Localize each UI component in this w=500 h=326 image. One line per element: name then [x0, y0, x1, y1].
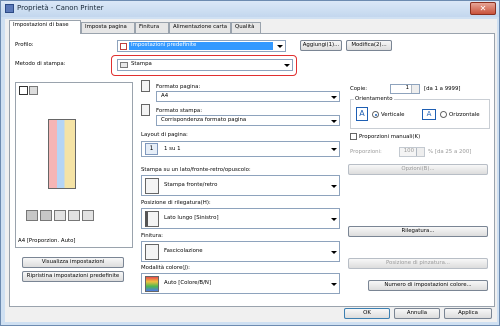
portrait-label: Verticale [381, 112, 405, 118]
finishing-icons-row [16, 209, 132, 223]
binding-button[interactable]: Rilegatura... [348, 226, 488, 237]
color-mode-select[interactable]: Auto [Colore/B/N] [141, 273, 340, 294]
duplex-icon [68, 210, 80, 221]
output-size-label: Formato stampa: [156, 108, 203, 114]
page-layout-icon: 1 [145, 143, 158, 155]
chevron-down-icon [331, 119, 337, 123]
chevron-down-icon [331, 282, 337, 286]
landscape-icon: A [422, 109, 436, 120]
print-style-select[interactable]: Stampa fronte/retro [141, 175, 340, 196]
duplex-print-icon [145, 178, 159, 194]
scaling-range: % [da 25 a 200] [428, 149, 472, 155]
color-settings-button[interactable]: Numero di impostazioni colore... [368, 280, 488, 291]
manual-scaling-label: Proporzioni manuali(K) [359, 134, 421, 140]
close-button[interactable]: ✕ [470, 2, 496, 15]
page-layout-value: 1 su 1 [164, 146, 181, 152]
scaling-label: Proporzioni: [350, 149, 382, 155]
binding-location-value: Lato lungo [Sinistro] [164, 215, 219, 221]
preview-caption: A4 [Proporzion. Auto] [18, 238, 76, 244]
options-button[interactable]: Opzioni(B)... [348, 164, 488, 175]
spinner-arrows-icon[interactable] [411, 85, 419, 93]
spinner-arrows-icon[interactable] [416, 148, 424, 156]
profile-label: Profilo: [15, 42, 34, 48]
color-mode-icon [145, 276, 159, 292]
profile-select[interactable]: Impostazioni predefinite [117, 40, 286, 52]
manual-scaling-checkbox[interactable] [350, 133, 357, 140]
tab-finishing[interactable]: Finitura [135, 22, 169, 33]
binding-location-label: Posizione di rilegatura(H): [141, 200, 211, 206]
copies-value: 1 [405, 85, 409, 91]
page-view-icon[interactable] [19, 86, 28, 95]
copies-label: Copie: [350, 86, 368, 92]
print-style-label: Stampa su un lato/fronte-retro/opuscolo: [141, 167, 251, 173]
printer-view-icon[interactable] [29, 86, 38, 95]
tab-paper-source[interactable]: Alimentazione carta [169, 22, 231, 33]
portrait-radio[interactable] [372, 111, 379, 118]
modify-profile-button[interactable]: Modifica(2)... [346, 40, 392, 51]
close-icon: ✕ [479, 4, 487, 13]
chevron-down-icon [284, 64, 290, 67]
page-layout-label: Layout di pagina: [141, 132, 188, 138]
collate-icon [26, 210, 38, 221]
landscape-label: Orizzontale [449, 112, 480, 118]
scaling-value: 100 [403, 148, 414, 154]
printer-properties-window: Proprietà - Canon Printer ✕ Impostazioni… [0, 0, 500, 326]
page-size-value: A4 [161, 93, 169, 99]
profile-value: Impostazioni predefinite [131, 42, 197, 48]
orientation-label: Orientamento [354, 96, 394, 102]
tab-basic-settings[interactable]: Impostazioni di base [9, 20, 81, 34]
chevron-down-icon [331, 184, 337, 188]
profile-icon [120, 43, 127, 50]
tab-quality[interactable]: Qualità [231, 22, 261, 33]
apply-button[interactable]: Applica [444, 308, 492, 319]
page-layout-select[interactable]: 1 1 su 1 [141, 141, 340, 157]
collate-icon [145, 244, 159, 260]
add-profile-button[interactable]: Aggiungi(1)... [300, 40, 342, 51]
page-preview-image [48, 119, 76, 189]
binding-icon [82, 210, 94, 221]
binding-side-icon [145, 211, 159, 227]
cancel-button[interactable]: Annulla [394, 308, 440, 319]
chevron-down-icon [331, 250, 337, 254]
page-size-icon [141, 80, 150, 92]
portrait-icon: A [356, 107, 368, 121]
tab-page-setup[interactable]: Imposta pagina [81, 22, 135, 33]
ok-button[interactable]: OK [344, 308, 390, 319]
title-bar: Proprietà - Canon Printer ✕ [1, 1, 499, 17]
finishing-select[interactable]: Fascicolazione [141, 241, 340, 262]
basic-settings-panel: Profilo: Impostazioni predefinite Aggiun… [9, 33, 495, 307]
copies-range: [da 1 a 9999] [424, 86, 461, 92]
view-settings-button[interactable]: Visualizza impostazioni [22, 257, 124, 268]
printer-icon [5, 4, 14, 13]
landscape-radio[interactable] [440, 111, 447, 118]
dialog-client-area: Impostazioni di base Imposta pagina Fini… [5, 19, 497, 322]
color-mode-value: Auto [Colore/B/N] [164, 280, 212, 286]
preview-panel: A4 [Proporzion. Auto] [15, 82, 133, 248]
output-method-value: Stampa [131, 61, 152, 67]
page-size-label: Formato pagina: [156, 84, 201, 90]
output-size-icon [141, 104, 150, 116]
output-size-value: Corrispondenza formato pagina [161, 117, 247, 123]
stack-icon [40, 210, 52, 221]
chevron-down-icon [331, 217, 337, 221]
chevron-down-icon [331, 148, 337, 151]
restore-defaults-button[interactable]: Ripristina impostazioni predefinite [22, 271, 124, 282]
color-mode-label: Modalità colore(J): [141, 265, 190, 271]
output-method-label: Metodo di stampa: [15, 61, 66, 67]
staple-icon [54, 210, 66, 221]
staple-position-button[interactable]: Posizione di pinzatura... [348, 258, 488, 269]
chevron-down-icon [331, 95, 337, 99]
window-title: Proprietà - Canon Printer [17, 4, 104, 12]
print-icon [120, 62, 128, 68]
finishing-value: Fascicolazione [164, 248, 203, 254]
binding-location-select[interactable]: Lato lungo [Sinistro] [141, 208, 340, 229]
output-method-select[interactable]: Stampa [117, 59, 293, 71]
page-size-select[interactable]: A4 [156, 91, 340, 102]
scaling-spinner[interactable]: 100 [399, 147, 425, 157]
chevron-down-icon [277, 45, 283, 48]
copies-spinner[interactable]: 1 [390, 84, 420, 94]
output-size-select[interactable]: Corrispondenza formato pagina [156, 115, 340, 126]
finishing-label: Finitura: [141, 233, 163, 239]
print-style-value: Stampa fronte/retro [164, 182, 218, 188]
